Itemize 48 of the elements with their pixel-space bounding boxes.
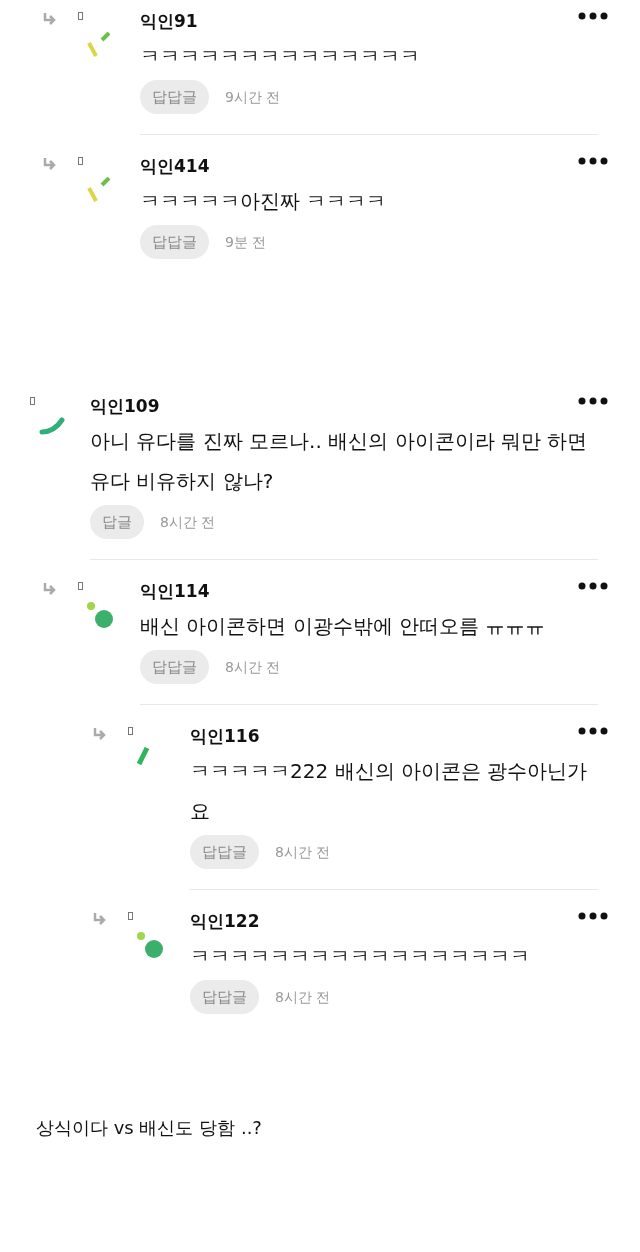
comment-text: ㅋㅋㅋㅋㅋㅋㅋㅋㅋㅋㅋㅋㅋㅋ bbox=[140, 43, 421, 70]
timestamp: 8시간 전 bbox=[275, 842, 331, 862]
reply-arrow-icon bbox=[42, 582, 58, 596]
more-options-icon[interactable] bbox=[578, 912, 608, 920]
small-mark-icon bbox=[78, 157, 83, 165]
comment-text: 아니 유다를 진짜 모르나.. 배신의 아이콘이라 뭐만 하면 유다 비유하지 않나? bbox=[90, 428, 589, 495]
reply-arrow-icon bbox=[92, 912, 108, 926]
author-name: 익인114 bbox=[140, 580, 210, 603]
comment-text: ㅋㅋㅋㅋㅋㅋㅋㅋㅋㅋㅋㅋㅋㅋㅋㅋㅋ bbox=[190, 943, 531, 970]
more-options-icon[interactable] bbox=[578, 582, 608, 590]
reply-button[interactable]: 답글 bbox=[90, 505, 144, 539]
small-mark-icon bbox=[128, 727, 133, 735]
reply-button[interactable]: 답답글 bbox=[190, 980, 259, 1014]
timestamp: 9시간 전 bbox=[225, 87, 281, 107]
more-options-icon[interactable] bbox=[578, 157, 608, 165]
timestamp: 8시간 전 bbox=[225, 657, 281, 677]
comment-text: ㅋㅋㅋㅋㅋ222 배신의 아이콘은 광수아닌가요 bbox=[190, 758, 589, 825]
reply-button[interactable]: 답답글 bbox=[140, 650, 209, 684]
small-mark-icon bbox=[78, 582, 83, 590]
caption-text: 상식이다 vs 배신도 당함 ..? bbox=[35, 1116, 263, 1140]
avatar-icon bbox=[87, 32, 111, 58]
author-name: 익인122 bbox=[190, 910, 260, 933]
reply-arrow-icon bbox=[92, 727, 108, 741]
timestamp: 8시간 전 bbox=[160, 512, 216, 532]
small-mark-icon bbox=[78, 12, 83, 20]
small-mark-icon bbox=[30, 397, 35, 405]
small-mark-icon bbox=[128, 912, 133, 920]
more-options-icon[interactable] bbox=[578, 727, 608, 735]
comment-text: 배신 아이콘하면 이광수밖에 안떠오름 ㅠㅠㅠ bbox=[140, 613, 547, 640]
avatar-icon bbox=[137, 747, 149, 765]
reply-button[interactable]: 답답글 bbox=[190, 835, 259, 869]
avatar-icon bbox=[87, 602, 113, 628]
avatar-icon bbox=[87, 177, 111, 203]
comment-text: ㅋㅋㅋㅋㅋ아진짜 ㅋㅋㅋㅋ bbox=[140, 188, 388, 215]
author-name: 익인91 bbox=[140, 10, 198, 33]
reply-arrow-icon bbox=[42, 157, 58, 171]
reply-button[interactable]: 답답글 bbox=[140, 225, 209, 259]
avatar-icon bbox=[137, 932, 163, 958]
author-name: 익인116 bbox=[190, 725, 260, 748]
timestamp: 9분 전 bbox=[225, 232, 267, 252]
more-options-icon[interactable] bbox=[578, 12, 608, 20]
reply-arrow-icon bbox=[42, 12, 58, 26]
timestamp: 8시간 전 bbox=[275, 987, 331, 1007]
avatar-icon bbox=[39, 417, 65, 435]
author-name: 익인109 bbox=[90, 395, 160, 418]
more-options-icon[interactable] bbox=[578, 397, 608, 405]
author-name: 익인414 bbox=[140, 155, 210, 178]
reply-button[interactable]: 답답글 bbox=[140, 80, 209, 114]
